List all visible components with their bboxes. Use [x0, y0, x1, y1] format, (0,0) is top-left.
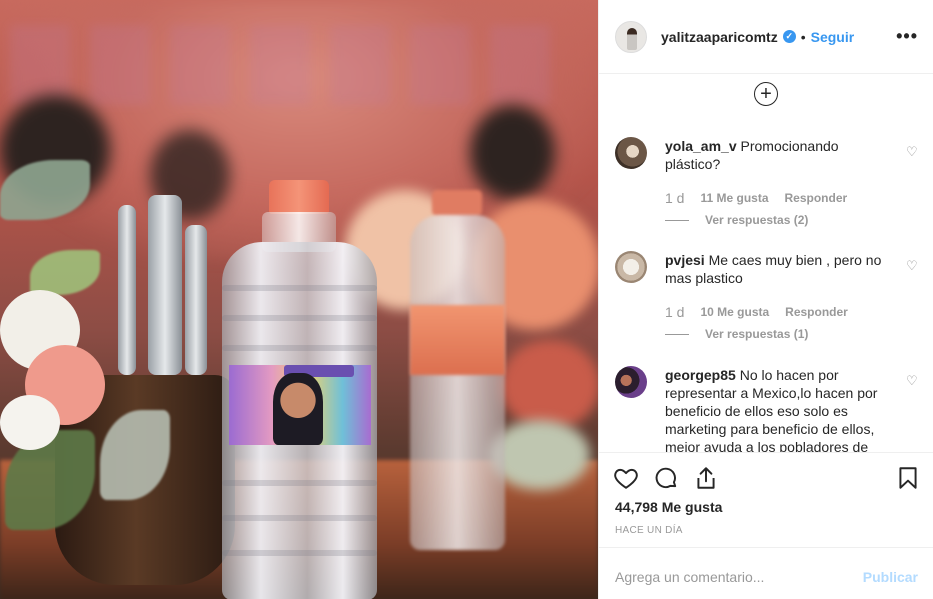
follow-button[interactable]: Seguir	[811, 29, 855, 45]
likes-count[interactable]: 44,798 Me gusta	[615, 499, 722, 515]
comment-username[interactable]: yola_am_v	[665, 138, 737, 154]
comment-meta: 1 d 11 Me gusta Responder	[665, 190, 847, 206]
view-replies-button[interactable]: Ver respuestas (2)	[665, 213, 808, 227]
photo-cutlery	[185, 225, 207, 375]
bookmark-icon[interactable]	[895, 465, 921, 491]
more-options-icon[interactable]: •••	[896, 26, 918, 47]
photo-blurred-banner	[10, 25, 570, 105]
avatar[interactable]	[615, 20, 647, 53]
comment-text: pvjesi Me caes muy bien , pero no mas pl…	[665, 251, 887, 287]
comment-likes[interactable]: 10 Me gusta	[700, 305, 769, 319]
load-more-comments-icon[interactable]: +	[754, 82, 778, 106]
photo-flower	[0, 395, 60, 450]
replies-divider	[665, 333, 689, 335]
like-heart-icon[interactable]	[613, 465, 639, 491]
comment-avatar[interactable]	[615, 366, 647, 398]
comment-like-heart-icon[interactable]: ♡	[906, 374, 920, 388]
comment-text: georgep85 No lo hacen por representar a …	[665, 366, 887, 452]
view-replies-button[interactable]: Ver respuestas (1)	[665, 327, 808, 341]
comment-avatar[interactable]	[615, 251, 647, 283]
comment-avatar[interactable]	[615, 137, 647, 169]
comment-meta: 1 d 10 Me gusta Responder	[665, 304, 848, 320]
comment-like-heart-icon[interactable]: ♡	[906, 145, 920, 159]
post-side-panel: yalitzaaparicomtz ✓ • Seguir ••• + yola_…	[598, 0, 933, 599]
post-photo[interactable]	[0, 0, 598, 599]
comment-like-heart-icon[interactable]: ♡	[906, 259, 920, 273]
comments-list: yola_am_v Promocionando plástico? ♡ 1 d …	[599, 112, 933, 452]
photo-water-bottle	[222, 180, 377, 599]
photo-flowers-right	[500, 340, 598, 430]
photo-flowers-right	[490, 420, 590, 490]
comment-input[interactable]: Agrega un comentario...	[615, 569, 764, 585]
view-replies-label: Ver respuestas (1)	[705, 327, 809, 341]
bottle-illustrated-label	[229, 365, 371, 445]
comment-time[interactable]: 1 d	[665, 190, 684, 206]
comment-item: georgep85 No lo hacen por representar a …	[615, 366, 920, 452]
comment-item: yola_am_v Promocionando plástico? ♡ 1 d …	[615, 137, 920, 227]
photo-cutlery	[148, 195, 182, 375]
comment-item: pvjesi Me caes muy bien , pero no mas pl…	[615, 251, 920, 341]
publish-button[interactable]: Publicar	[863, 569, 918, 585]
verified-badge-icon: ✓	[782, 30, 796, 43]
reply-button[interactable]: Responder	[785, 191, 848, 205]
share-icon[interactable]	[693, 465, 719, 491]
post-header: yalitzaaparicomtz ✓ • Seguir •••	[599, 0, 933, 74]
comment-likes[interactable]: 11 Me gusta	[700, 191, 768, 205]
comment-text: yola_am_v Promocionando plástico?	[665, 137, 887, 173]
view-replies-label: Ver respuestas (2)	[705, 213, 809, 227]
photo-water-bottle-back	[410, 190, 505, 550]
replies-divider	[665, 219, 689, 221]
post-timestamp[interactable]: HACE UN DÍA	[615, 525, 683, 536]
comment-bubble-icon[interactable]	[653, 465, 679, 491]
photo-cutlery	[118, 205, 136, 375]
plus-icon: +	[760, 83, 772, 105]
comment-username[interactable]: pvjesi	[665, 252, 705, 268]
photo-blurred-person	[470, 105, 555, 200]
post-actions: 44,798 Me gusta HACE UN DÍA Agrega un co…	[599, 452, 933, 599]
add-comment-bar: Agrega un comentario... Publicar	[599, 547, 933, 599]
separator: •	[800, 28, 806, 45]
comment-time[interactable]: 1 d	[665, 304, 684, 320]
comment-username[interactable]: georgep85	[665, 367, 736, 383]
reply-button[interactable]: Responder	[785, 305, 848, 319]
post-username[interactable]: yalitzaaparicomtz	[661, 29, 778, 45]
